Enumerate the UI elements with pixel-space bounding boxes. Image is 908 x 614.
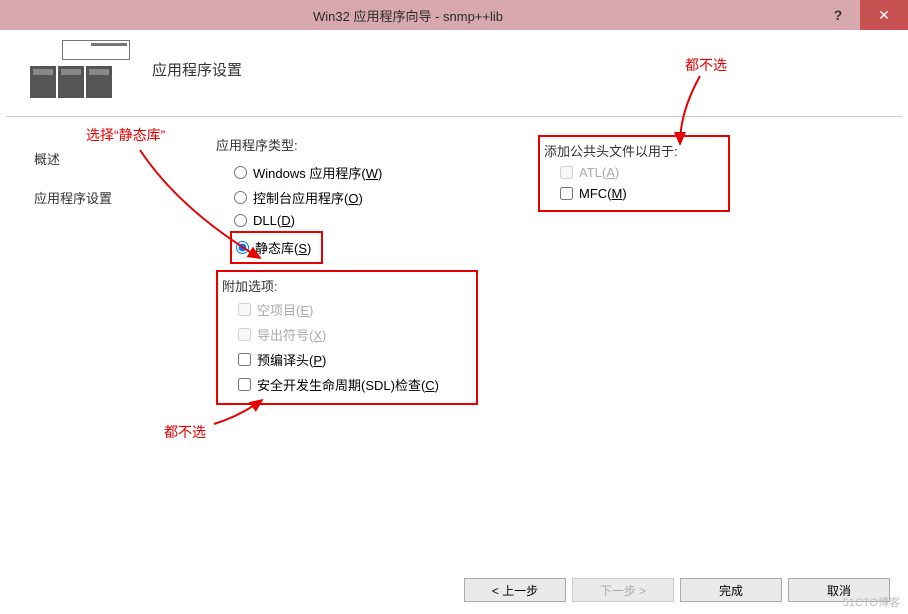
add-opts-label: 附加选项: [222,276,472,295]
sidebar: 概述 应用程序设置 [6,117,216,607]
check-sdl[interactable]: 安全开发生命周期(SDL)检查(C) [220,372,472,397]
check-export-symbols: 导出符号(X) [220,322,472,347]
radio-dll-input[interactable] [234,214,247,227]
sidebar-item-overview[interactable]: 概述 [34,145,216,172]
check-mfc[interactable]: MFC(M) [542,183,724,204]
header-files-label: 添加公共头文件以用于: [544,141,724,160]
radio-windows-app[interactable]: Windows 应用程序(W) [216,160,478,185]
app-type-label: 应用程序类型: [216,135,478,154]
wizard-header: 应用程序设置 [6,30,902,117]
help-button[interactable]: ? [816,0,860,30]
radio-windows-app-input[interactable] [234,166,247,179]
watermark: 51CTO博客 [843,594,900,610]
titlebar: Win32 应用程序向导 - snmp++lib ? ✕ [0,0,908,30]
footer-buttons: < 上一步 下一步 > 完成 取消 [464,578,890,602]
close-button[interactable]: ✕ [860,0,908,30]
radio-static-lib-input[interactable] [236,241,249,254]
radio-console-app-input[interactable] [234,191,247,204]
check-mfc-input[interactable] [560,187,573,200]
radio-dll[interactable]: DLL(D) [216,210,478,231]
wizard-icon [30,40,130,98]
check-export-symbols-input [238,328,251,341]
highlight-additional-options: 附加选项: 空项目(E) 导出符号(X) 预编译头(P) 安全开发生命周期(SD… [216,270,478,405]
radio-static-lib[interactable]: 静态库(S) [232,235,311,260]
check-empty-project-input [238,303,251,316]
page-title: 应用程序设置 [152,59,242,80]
check-atl: ATL(A) [542,162,724,183]
highlight-static-lib: 静态库(S) [230,231,323,264]
next-button: 下一步 > [572,578,674,602]
check-precompiled-header[interactable]: 预编译头(P) [220,347,472,372]
window-title: Win32 应用程序向导 - snmp++lib [0,6,816,25]
check-empty-project: 空项目(E) [220,297,472,322]
radio-console-app[interactable]: 控制台应用程序(O) [216,185,478,210]
finish-button[interactable]: 完成 [680,578,782,602]
sidebar-item-settings[interactable]: 应用程序设置 [34,184,216,211]
check-precompiled-header-input[interactable] [238,353,251,366]
check-atl-input [560,166,573,179]
back-button[interactable]: < 上一步 [464,578,566,602]
check-sdl-input[interactable] [238,378,251,391]
highlight-header-files: 添加公共头文件以用于: ATL(A) MFC(M) [538,135,730,212]
